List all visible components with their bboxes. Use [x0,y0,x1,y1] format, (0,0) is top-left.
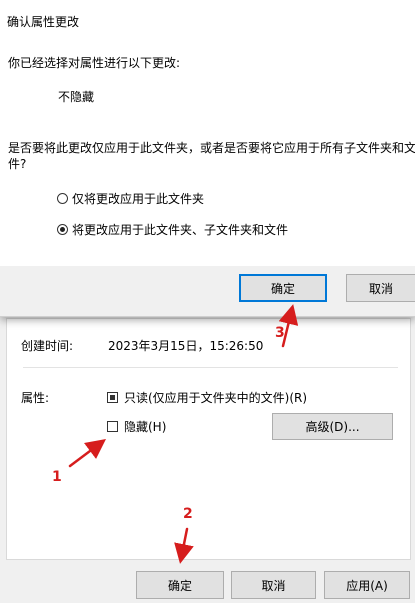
step-2-label: 2 [183,506,193,522]
dialog-body: 你已经选择对属性进行以下更改: 不隐藏 是否要将此更改仅应用于此文件夹，或者是否… [0,40,415,266]
dialog-cancel-button[interactable]: 取消 [346,274,415,302]
properties-cancel-button[interactable]: 取消 [231,571,316,599]
properties-ok-button[interactable]: 确定 [136,571,224,599]
step-1-label: 1 [52,469,62,485]
dialog-ok-button[interactable]: 确定 [239,274,327,302]
dialog-title: 确认属性更改 [7,15,80,29]
pending-change-text: 不隐藏 [58,90,95,104]
hidden-checkbox-label: 隐藏(H) [124,420,167,434]
radio-folder-subfolders-files[interactable] [57,224,68,235]
properties-divider [23,367,398,368]
attributes-label: 属性: [21,391,50,405]
confirm-attribute-changes-dialog: 确认属性更改 你已经选择对属性进行以下更改: 不隐藏 是否要将此更改仅应用于此文… [0,0,415,317]
hidden-checkbox[interactable] [107,421,118,432]
dialog-intro-text: 你已经选择对属性进行以下更改: [8,56,181,70]
readonly-checkbox[interactable] [107,392,118,403]
properties-panel: 创建时间: 2023年3月15日，15:26:50 属性: 只读(仅应用于文件夹… [6,318,411,560]
radio-this-folder-only[interactable] [57,193,68,204]
dialog-titlebar[interactable]: 确认属性更改 [0,0,415,40]
step-3-label: 3 [275,325,285,341]
readonly-checkbox-label: 只读(仅应用于文件夹中的文件)(R) [124,391,308,405]
dialog-footer: 确定 取消 [0,266,415,316]
apply-question-line2: 件? [8,157,27,171]
created-time-value: 2023年3月15日，15:26:50 [108,339,264,353]
radio-folder-subfolders-files-label[interactable]: 将更改应用于此文件夹、子文件夹和文件 [72,221,288,238]
properties-apply-button[interactable]: 应用(A) [324,571,410,599]
advanced-button[interactable]: 高级(D)... [272,413,393,440]
radio-this-folder-only-label[interactable]: 仅将更改应用于此文件夹 [72,190,204,207]
apply-question-line1: 是否要将此更改仅应用于此文件夹，或者是否要将它应用于所有子文件夹和文 [8,141,415,155]
created-time-label: 创建时间: [21,339,74,353]
